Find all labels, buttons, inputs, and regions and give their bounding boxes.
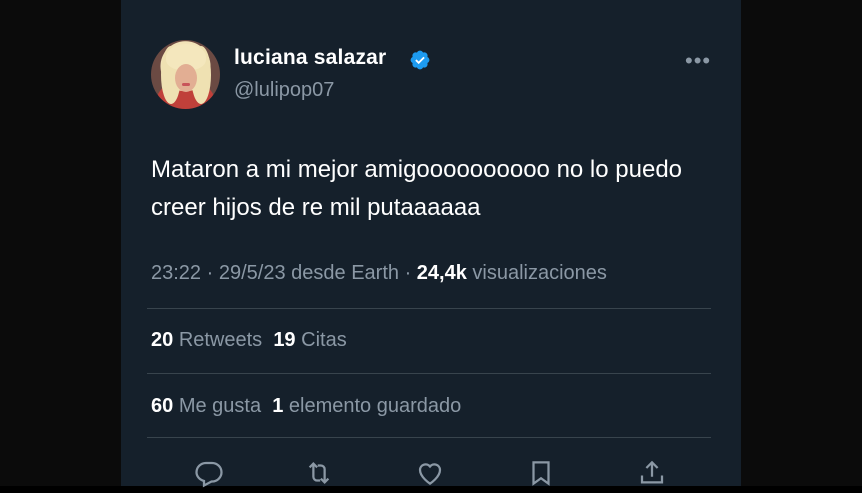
views-label[interactable]: visualizaciones	[472, 262, 607, 284]
avatar[interactable]	[151, 40, 220, 109]
tweet-text: Mataron a mi mejor amigoooooooooo no lo …	[151, 156, 683, 221]
verified-badge-icon	[410, 50, 430, 70]
bookmark-icon[interactable]	[526, 458, 556, 488]
right-backdrop	[741, 0, 862, 486]
share-icon[interactable]	[637, 458, 667, 488]
likes-stat[interactable]: 60 Me gusta	[151, 395, 261, 417]
tweet-meta: 23:22 · 29/5/23 desde Earth · 24,4k visu…	[151, 262, 607, 284]
tweet-time[interactable]: 23:22	[151, 262, 201, 284]
divider	[147, 437, 711, 438]
bookmarks-stat[interactable]: 1 elemento guardado	[272, 395, 461, 417]
divider	[147, 308, 711, 309]
tweet-date[interactable]: 29/5/23	[219, 262, 286, 284]
tweet-source: desde Earth	[291, 262, 399, 284]
action-bar	[121, 452, 741, 488]
tweet-card: luciana salazar @lulipop07 ••• Mataron a…	[121, 0, 741, 488]
like-icon[interactable]	[415, 458, 445, 488]
retweet-icon[interactable]	[304, 458, 334, 488]
divider	[147, 373, 711, 374]
user-name[interactable]: luciana salazar	[234, 46, 386, 70]
reply-icon[interactable]	[194, 458, 224, 488]
retweets-stat[interactable]: 20 Retweets	[151, 329, 262, 351]
retweet-stats-row: 20 Retweets 19 Citas	[151, 329, 347, 352]
left-backdrop	[0, 0, 121, 486]
more-icon[interactable]: •••	[685, 48, 711, 74]
user-handle[interactable]: @lulipop07	[234, 79, 334, 102]
views-count[interactable]: 24,4k	[417, 262, 467, 284]
like-stats-row: 60 Me gusta 1 elemento guardado	[151, 395, 461, 418]
quotes-stat[interactable]: 19 Citas	[273, 329, 346, 351]
